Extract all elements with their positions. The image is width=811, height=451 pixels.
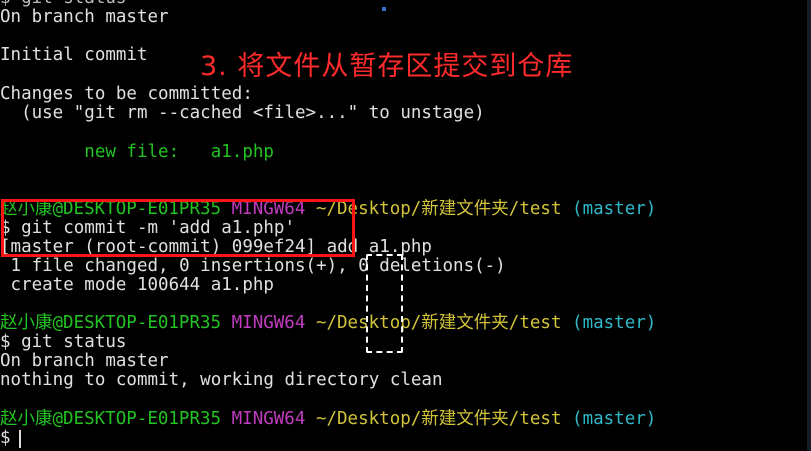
terminal-line-new-file: new file: a1.php: [0, 142, 274, 162]
prompt-user: 赵小康@DESKTOP-E01PR35: [0, 409, 222, 429]
prompt-path: ~/Desktop/新建文件夹/test: [315, 313, 562, 333]
terminal-line-unstage-hint: (use "git rm --cached <file>..." to unst…: [0, 103, 485, 123]
prompt-path: ~/Desktop/新建文件夹/test: [315, 409, 562, 429]
window-handle-marker: [382, 7, 386, 11]
terminal-line-changes: Changes to be committed:: [0, 84, 253, 104]
highlight-box: [1, 199, 355, 257]
text-cursor: [19, 430, 21, 448]
prompt-branch: (master): [572, 313, 657, 333]
terminal-window[interactable]: $ git status On branch master Initial co…: [0, 0, 811, 451]
terminal-line-create-mode: create mode 100644 a1.php: [0, 275, 274, 295]
annotation-label: 3. 将文件从暂存区提交到仓库: [200, 51, 574, 82]
prompt-shell: MINGW64: [231, 313, 306, 333]
terminal-line-on-branch: On branch master: [0, 7, 169, 27]
terminal-prompt-2: 赵小康@DESKTOP-E01PR35 MINGW64 ~/Desktop/新建…: [0, 313, 656, 333]
dashed-selection-box: [366, 254, 403, 353]
new-file-name: a1.php: [210, 142, 274, 162]
terminal-line-clean: nothing to commit, working directory cle…: [0, 370, 443, 390]
new-file-label: new file:: [0, 142, 211, 162]
prompt-branch: (master): [572, 409, 657, 429]
prompt-user: 赵小康@DESKTOP-E01PR35: [0, 313, 222, 333]
terminal-line-git-status: $ git status: [0, 332, 127, 352]
terminal-line-on-branch-2: On branch master: [0, 351, 169, 371]
terminal-input-line[interactable]: $: [0, 428, 21, 448]
prompt-shell: MINGW64: [231, 409, 306, 429]
terminal-line-files-changed: 1 file changed, 0 insertions(+), 0 delet…: [0, 256, 506, 276]
terminal-line-initial-commit: Initial commit: [0, 45, 148, 65]
prompt-branch: (master): [572, 199, 657, 219]
terminal-prompt-3: 赵小康@DESKTOP-E01PR35 MINGW64 ~/Desktop/新建…: [0, 409, 656, 429]
window-scrollbar[interactable]: [807, 0, 811, 451]
